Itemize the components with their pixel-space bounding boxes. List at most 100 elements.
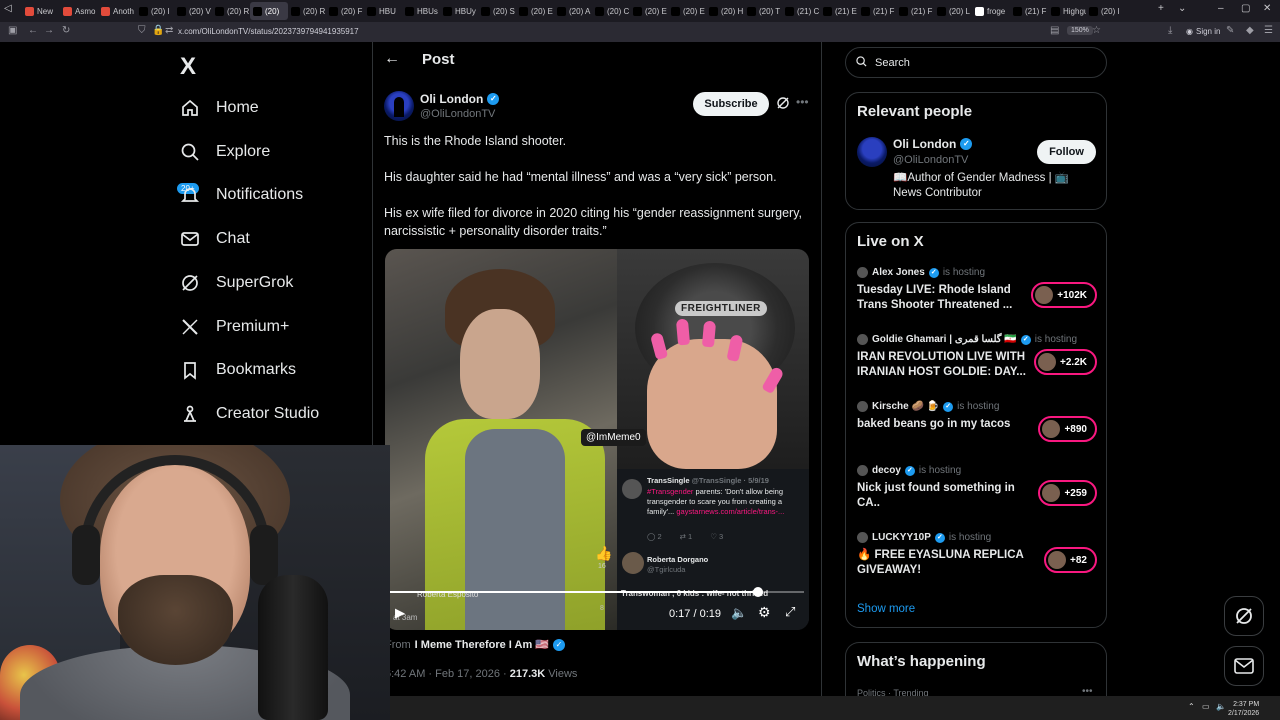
live-item[interactable]: decoy ✓ is hosting Nick just found somethin… bbox=[857, 465, 1097, 511]
reload-button[interactable]: ↻ bbox=[62, 25, 70, 36]
source-name[interactable]: I Meme Therefore I Am 🇺🇸 bbox=[415, 638, 549, 651]
permissions-icon[interactable]: ⇄ bbox=[165, 25, 173, 36]
search-input[interactable] bbox=[875, 56, 1075, 69]
sidebar-toggle-icon[interactable]: ▣ bbox=[8, 25, 17, 36]
chevron-down-icon[interactable]: ⌄ bbox=[1178, 3, 1186, 14]
show-more-link[interactable]: Show more bbox=[857, 603, 915, 615]
browser-tab[interactable]: (20) E bbox=[630, 2, 668, 20]
relevant-handle[interactable]: @OliLondonTV bbox=[893, 154, 968, 166]
fullscreen-icon[interactable]: ⤢ bbox=[785, 604, 795, 620]
new-tab-button[interactable]: + bbox=[1158, 3, 1164, 14]
settings-gear-icon[interactable]: ⚙ bbox=[758, 604, 771, 621]
browser-tab[interactable]: Anoth bbox=[98, 2, 136, 20]
zoom-level[interactable]: 150% bbox=[1067, 26, 1093, 35]
author-name[interactable]: Oli London bbox=[420, 92, 483, 106]
author-info[interactable]: Oli London ✓ @OliLondonTV bbox=[420, 92, 500, 120]
live-listeners-pill[interactable]: +259 bbox=[1038, 480, 1097, 506]
extensions-icon[interactable]: ✎ bbox=[1226, 25, 1234, 36]
browser-tab[interactable]: New bbox=[22, 2, 60, 20]
system-clock[interactable]: 2:37 PM 2/17/2026 bbox=[1228, 700, 1259, 718]
live-item[interactable]: LUCKYY10P ✓ is hosting 🔥 FREE EYASLUNA REPL… bbox=[857, 532, 1097, 578]
star-icon[interactable]: ☆ bbox=[1092, 25, 1101, 36]
live-listeners-pill[interactable]: +2.2K bbox=[1034, 349, 1097, 375]
sidebar-item-home[interactable]: Home bbox=[180, 93, 259, 123]
extension-badge-icon[interactable]: ◆ bbox=[1246, 25, 1254, 36]
browser-tab[interactable]: (20) E bbox=[668, 2, 706, 20]
grok-icon[interactable] bbox=[776, 96, 790, 115]
browser-tab[interactable]: HBUs bbox=[402, 2, 440, 20]
network-icon[interactable]: ▭ bbox=[1202, 702, 1210, 711]
account-button[interactable]: ◉ Sign in bbox=[1186, 27, 1220, 36]
volume-icon[interactable]: 🔈 bbox=[1216, 702, 1226, 711]
browser-tab[interactable]: (20) bbox=[250, 2, 288, 20]
browser-tab[interactable]: (21) F bbox=[1010, 2, 1048, 20]
menu-icon[interactable]: ☰ bbox=[1264, 25, 1273, 36]
messages-float-button[interactable] bbox=[1224, 646, 1264, 686]
reader-view-icon[interactable]: ▤ bbox=[1050, 25, 1059, 36]
tab-list-icon[interactable]: ◁ bbox=[4, 3, 12, 14]
browser-tab[interactable]: HBU bbox=[364, 2, 402, 20]
sidebar-item-bookmarks[interactable]: Bookmarks bbox=[180, 355, 296, 385]
forward-button[interactable]: → bbox=[44, 25, 54, 36]
tray-chevron-icon[interactable]: ⌃ bbox=[1188, 702, 1195, 711]
post-timestamp[interactable]: 6:42 AM · Feb 17, 2026 · bbox=[385, 668, 510, 680]
author-handle[interactable]: @OliLondonTV bbox=[420, 108, 499, 120]
sidebar-item-supergrok[interactable]: SuperGrok bbox=[180, 268, 293, 298]
live-listeners-pill[interactable]: +890 bbox=[1038, 416, 1097, 442]
live-item[interactable]: Goldie Ghamari | گلسا قمری 🇮🇷 ✓ is hosting… bbox=[857, 334, 1097, 380]
browser-tab[interactable]: (21) F bbox=[896, 2, 934, 20]
subscribe-button[interactable]: Subscribe bbox=[693, 92, 769, 116]
relevant-avatar[interactable] bbox=[857, 137, 887, 167]
back-arrow-icon[interactable]: ← bbox=[384, 50, 400, 68]
volume-icon[interactable]: 🔈 bbox=[731, 605, 747, 621]
author-avatar[interactable] bbox=[384, 91, 414, 121]
follow-button[interactable]: Follow bbox=[1037, 140, 1096, 164]
sidebar-item-chat[interactable]: Chat bbox=[180, 224, 250, 254]
download-icon[interactable]: ⤓ bbox=[1168, 25, 1172, 36]
relevant-name[interactable]: Oli London bbox=[893, 137, 956, 151]
browser-tab[interactable]: (20) C bbox=[592, 2, 630, 20]
browser-tab[interactable]: (20) A bbox=[554, 2, 592, 20]
live-listeners-pill[interactable]: +102K bbox=[1031, 282, 1097, 308]
browser-tab[interactable]: (21) F bbox=[858, 2, 896, 20]
browser-tab[interactable]: (20) I bbox=[136, 2, 174, 20]
close-window-button[interactable]: ✕ bbox=[1263, 3, 1271, 14]
relevant-name-row[interactable]: Oli London ✓ bbox=[893, 137, 973, 151]
browser-tab[interactable]: (20) H bbox=[706, 2, 744, 20]
more-options-icon[interactable]: ••• bbox=[796, 95, 809, 109]
browser-tab[interactable]: (20) S bbox=[478, 2, 516, 20]
video-progress-bar[interactable] bbox=[390, 591, 804, 593]
browser-tab[interactable]: HBUy bbox=[440, 2, 478, 20]
maximize-button[interactable]: ▢ bbox=[1241, 3, 1250, 14]
shield-icon[interactable]: ⛉ bbox=[138, 25, 146, 36]
browser-tab[interactable]: (20) I bbox=[1086, 2, 1124, 20]
live-item[interactable]: Alex Jones ✓ is hosting Tuesday LIVE: Rhode… bbox=[857, 267, 1097, 313]
play-icon[interactable]: ▶ bbox=[395, 605, 405, 621]
grok-float-button[interactable] bbox=[1224, 596, 1264, 636]
sidebar-item-premium[interactable]: Premium+ bbox=[180, 312, 289, 342]
browser-tab[interactable]: (21) E bbox=[820, 2, 858, 20]
browser-tab[interactable]: (20) E bbox=[516, 2, 554, 20]
browser-tab[interactable]: froge bbox=[972, 2, 1010, 20]
search-box[interactable] bbox=[845, 47, 1107, 78]
sidebar-item-notifications[interactable]: Notifications bbox=[180, 180, 303, 210]
browser-tab[interactable]: (20) L bbox=[934, 2, 972, 20]
browser-tab[interactable]: (21) C bbox=[782, 2, 820, 20]
sidebar-item-creator-studio[interactable]: Creator Studio bbox=[180, 399, 319, 429]
browser-tab[interactable]: (20) F bbox=[326, 2, 364, 20]
browser-tab[interactable]: Highguar bbox=[1048, 2, 1086, 20]
lock-icon[interactable]: 🔒 bbox=[152, 25, 164, 36]
sidebar-item-explore[interactable]: Explore bbox=[180, 137, 270, 167]
browser-tab[interactable]: (20) R bbox=[288, 2, 326, 20]
browser-tab[interactable]: Asmo bbox=[60, 2, 98, 20]
x-logo[interactable]: X bbox=[180, 53, 196, 81]
browser-tab[interactable]: (20) T bbox=[744, 2, 782, 20]
browser-tab[interactable]: (20) V bbox=[174, 2, 212, 20]
live-listeners-pill[interactable]: +82 bbox=[1044, 547, 1097, 573]
minimize-button[interactable]: – bbox=[1218, 3, 1224, 14]
post-video[interactable]: FREIGHTLINER TransSingle @TransSingle · … bbox=[385, 249, 809, 630]
back-button[interactable]: ← bbox=[28, 25, 38, 36]
url-field[interactable]: x.com/OliLondonTV/status/202373979494193… bbox=[178, 27, 359, 36]
browser-tab[interactable]: (20) R bbox=[212, 2, 250, 20]
live-item[interactable]: Kirsche 🥔 🍺 ✓ is hosting baked beans go in … bbox=[857, 401, 1097, 442]
